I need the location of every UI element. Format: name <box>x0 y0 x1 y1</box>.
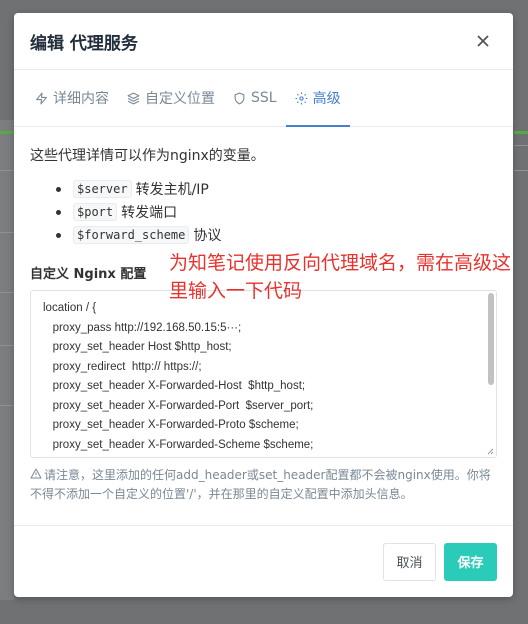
background-divider <box>0 292 14 293</box>
warning-text: 请注意，这里添加的任何add_header或set_header配置都不会被ng… <box>30 468 491 501</box>
red-annotation-text: 为知笔记使用反向代理域名，需在高级这里输入一下代码 <box>169 252 512 302</box>
code-line: proxy_set_header X-Forwarded-Scheme $sch… <box>43 438 314 451</box>
modal-footer: 取消 保存 <box>14 525 513 597</box>
variable-desc: 转发端口 <box>121 205 178 221</box>
nginx-config-textarea[interactable]: location / { proxy_pass http://192.168.5… <box>30 290 497 458</box>
close-icon <box>477 35 489 47</box>
background-divider <box>514 170 528 171</box>
code-line: proxy_set_header X-Forwarded-Port $serve… <box>43 399 314 412</box>
background-divider <box>514 145 528 146</box>
background-divider <box>0 232 14 233</box>
tab-ssl[interactable]: SSL <box>224 70 286 126</box>
background-accent-line <box>0 131 14 134</box>
variable-code: $forward_scheme <box>73 226 190 244</box>
tab-label: 详细内容 <box>53 91 109 107</box>
tab-label: SSL <box>251 90 277 106</box>
tab-advanced[interactable]: 高级 <box>285 70 350 127</box>
background-divider <box>0 405 14 406</box>
tab-label: 自定义位置 <box>145 91 215 107</box>
code-line: proxy_set_header Host $http_host; <box>43 341 232 353</box>
resize-handle-icon[interactable] <box>486 447 494 455</box>
shield-icon <box>234 92 245 105</box>
tab-bar: 详细内容 自定义位置 SSL 高级 <box>14 70 513 127</box>
edit-proxy-modal: 编辑 代理服务 详细内容 自定义位置 SSL 高级 这些代理详情可以作为ngin… <box>14 13 513 597</box>
list-item: $server 转发主机/IP <box>56 179 497 199</box>
close-button[interactable] <box>473 31 493 51</box>
variable-desc: 协议 <box>193 228 222 244</box>
list-item: $forward_scheme 协议 <box>56 225 497 245</box>
variable-code: $port <box>73 203 118 221</box>
tab-label: 高级 <box>312 91 341 107</box>
save-button[interactable]: 保存 <box>444 542 497 581</box>
cancel-button[interactable]: 取消 <box>383 542 436 581</box>
textarea-scrollbar[interactable] <box>488 293 494 385</box>
code-line: proxy_pass http://192.168.50.15:5···; <box>43 321 242 334</box>
variable-list: $server 转发主机/IP $port 转发端口 $forward_scheme… <box>56 179 497 245</box>
tab-custom-locations[interactable]: 自定义位置 <box>118 70 224 126</box>
code-line: proxy_set_header X-Forwarded-Proto $sche… <box>43 419 299 431</box>
intro-text: 这些代理详情可以作为nginx的变量。 <box>30 148 265 164</box>
modal-title: 编辑 代理服务 <box>30 33 138 54</box>
warning-hint: 请注意，这里添加的任何add_header或set_header配置都不会被ng… <box>30 466 497 504</box>
code-line: proxy_redirect http:// https://; <box>43 360 202 373</box>
background-divider <box>0 345 14 346</box>
modal-header: 编辑 代理服务 <box>14 13 513 70</box>
warning-icon <box>30 468 42 479</box>
code-line: proxy_set_header X-Forwarded-Host $http_… <box>43 380 306 392</box>
variable-desc: 转发主机/IP <box>135 182 209 198</box>
list-item: $port 转发端口 <box>56 202 497 222</box>
tab-details[interactable]: 详细内容 <box>26 70 118 126</box>
modal-body: 这些代理详情可以作为nginx的变量。 $server 转发主机/IP $port… <box>14 127 513 504</box>
bolt-icon <box>36 92 47 104</box>
layers-icon <box>127 92 140 104</box>
variable-code: $server <box>73 180 132 198</box>
gear-icon <box>295 92 308 104</box>
background-page-left <box>0 120 14 600</box>
background-accent-line-right <box>514 131 528 134</box>
background-divider <box>0 170 14 171</box>
